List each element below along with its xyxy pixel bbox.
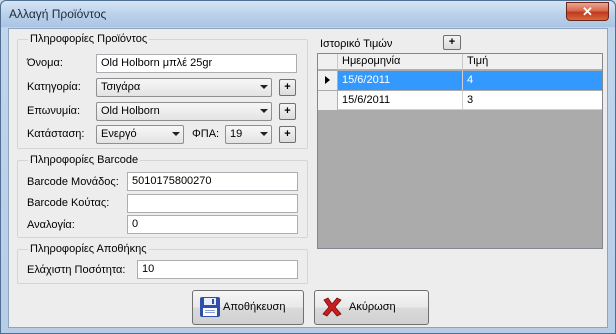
title-bar[interactable]: Αλλαγή Προϊόντος ✕ — [1, 1, 615, 27]
row-header[interactable] — [318, 91, 338, 110]
barcode-box-label: Barcode Κούτας: — [27, 197, 110, 209]
name-label: Όνομα: — [27, 57, 63, 69]
add-brand-button[interactable]: + — [279, 103, 296, 120]
add-price-button[interactable]: + — [443, 35, 461, 50]
vat-label: ΦΠΑ: — [192, 128, 220, 140]
cancel-button-label: Ακύρωση — [349, 301, 396, 313]
add-vat-button[interactable]: + — [279, 126, 296, 143]
cell-price: 3 — [467, 94, 474, 106]
brand-select-value: Old Holborn — [101, 105, 160, 117]
close-icon — [322, 297, 342, 317]
cell-date: 15/6/2011 — [338, 91, 463, 110]
brand-label: Επωνυμία: — [27, 105, 81, 117]
product-info-title: Πληροφορίες Προϊόντος — [28, 33, 150, 45]
row-header[interactable] — [318, 71, 338, 90]
brand-select[interactable]: Old Holborn — [96, 102, 272, 121]
close-button[interactable]: ✕ — [566, 2, 609, 21]
barcode-unit-label: Barcode Μονάδος: — [27, 176, 119, 188]
current-row-icon — [325, 76, 330, 84]
row-header-corner — [318, 54, 338, 70]
category-select[interactable]: Τσιγάρα — [96, 78, 272, 97]
price-history-grid[interactable]: Ημερομηνία Τιμή 15/6/2011 4 15/6/2011 3 — [317, 53, 603, 249]
chevron-down-icon — [260, 85, 268, 89]
save-button[interactable]: Αποθήκευση — [192, 290, 304, 325]
table-row[interactable]: 15/6/2011 3 — [318, 91, 602, 110]
barcode-info-title: Πληροφορίες Barcode — [28, 154, 141, 166]
status-label: Κατάσταση: — [27, 128, 85, 140]
category-select-value: Τσιγάρα — [101, 81, 141, 93]
grid-header: Ημερομηνία Τιμή — [318, 54, 602, 70]
cell-date: 15/6/2011 — [338, 71, 463, 90]
vat-select[interactable]: 19 — [225, 125, 272, 144]
column-header-price[interactable]: Τιμή — [463, 54, 602, 70]
add-category-button[interactable]: + — [279, 79, 296, 96]
status-select-value: Ενεργό — [101, 128, 137, 140]
save-button-label: Αποθήκευση — [223, 301, 286, 313]
status-select[interactable]: Ενεργό — [96, 125, 184, 144]
category-label: Κατηγορία: — [27, 81, 81, 93]
window-title: Αλλαγή Προϊόντος — [9, 7, 107, 21]
chevron-down-icon — [172, 132, 180, 136]
price-history-title: Ιστορικό Τιμών — [320, 38, 393, 50]
floppy-disk-icon — [200, 297, 220, 317]
min-qty-field[interactable]: 10 — [137, 260, 298, 279]
ratio-label: Αναλογία: — [27, 219, 75, 231]
vat-select-value: 19 — [230, 128, 243, 140]
cell-price: 4 — [463, 71, 602, 90]
ratio-field[interactable]: 0 — [127, 215, 298, 234]
chevron-down-icon — [260, 109, 268, 113]
storage-info-title: Πληροφορίες Αποθήκης — [28, 243, 149, 255]
column-header-date[interactable]: Ημερομηνία — [338, 54, 463, 70]
min-qty-label: Ελάχιστη Ποσότητα: — [27, 264, 126, 276]
cancel-button[interactable]: Ακύρωση — [314, 290, 429, 325]
barcode-box-field[interactable] — [127, 194, 298, 213]
dialog-body: Πληροφορίες Προϊόντος Όνομα: Old Holborn… — [8, 28, 608, 328]
barcode-unit-field[interactable]: 5010175800270 — [127, 172, 298, 191]
chevron-down-icon — [260, 132, 268, 136]
name-field[interactable]: Old Holborn μπλέ 25gr — [96, 54, 297, 73]
dialog-window: Αλλαγή Προϊόντος ✕ Πληροφορίες Προϊόντος… — [0, 0, 616, 334]
table-row[interactable]: 15/6/2011 4 — [318, 71, 602, 90]
